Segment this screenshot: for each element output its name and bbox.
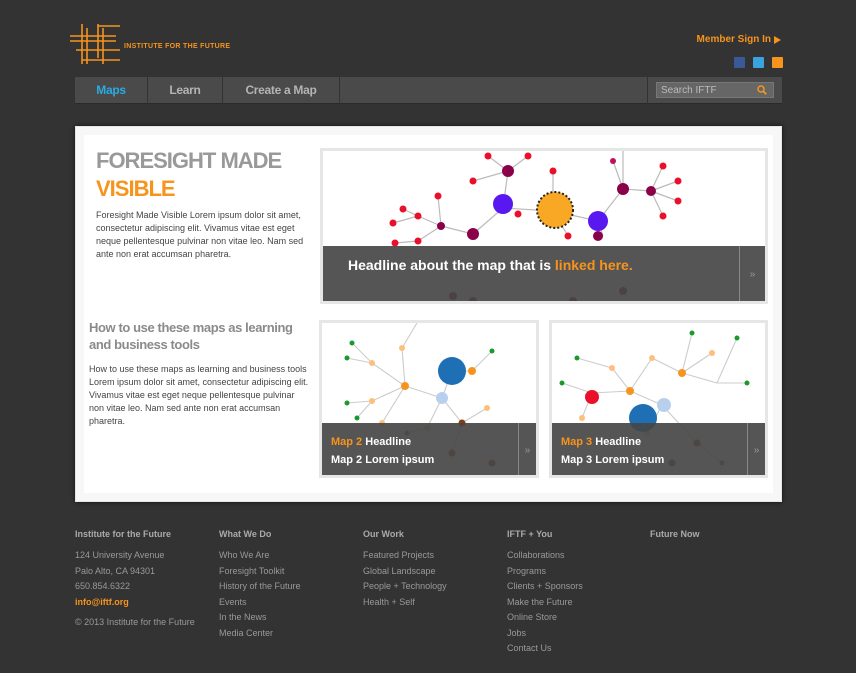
footer-link[interactable]: Contact Us xyxy=(507,641,583,657)
member-signin-label: Member Sign In xyxy=(696,34,771,45)
intro-title-line1: FORESIGHT MADE xyxy=(96,148,282,173)
footer-heading: What We Do xyxy=(219,529,272,539)
main-nav: Maps Learn Create a Map xyxy=(75,77,782,104)
featured-headline[interactable]: Headline about the map that is linked he… xyxy=(348,256,648,274)
footer-email-link[interactable]: info@iftf.org xyxy=(75,595,195,611)
footer-link[interactable]: Global Landscape xyxy=(363,564,447,580)
map3-headline[interactable]: Map 3 Headline Map 3 Lorem ipsum xyxy=(561,433,664,469)
map3-headline-bar: Map 3 Headline Map 3 Lorem ipsum » xyxy=(552,423,765,475)
facebook-icon[interactable] xyxy=(734,57,745,68)
social-links xyxy=(734,57,783,68)
map3-arrow-button[interactable]: » xyxy=(747,423,765,475)
footer-link[interactable]: Collaborations xyxy=(507,548,583,564)
footer-link[interactable]: Programs xyxy=(507,564,583,580)
howto-body: How to use these maps as learning and bu… xyxy=(89,364,309,426)
search-icon[interactable] xyxy=(757,85,767,95)
member-signin-link[interactable]: Member Sign In xyxy=(697,34,781,45)
footer-copyright: © 2013 Institute for the Future xyxy=(75,617,195,627)
footer-link[interactable]: Health + Self xyxy=(363,595,447,611)
featured-headline-bar: Headline about the map that is linked he… xyxy=(323,246,765,301)
footer-link[interactable]: Featured Projects xyxy=(363,548,447,564)
map2-subline: Map 2 Lorem ipsum xyxy=(331,454,435,466)
intro-body: Foresight Made Visible Lorem ipsum dolor… xyxy=(96,210,304,259)
footer-link[interactable]: People + Technology xyxy=(363,579,447,595)
footer-link[interactable]: Events xyxy=(219,595,301,611)
footer-col-what-we-do: What We Do Who We Are Foresight Toolkit … xyxy=(219,529,301,641)
footer-link[interactable]: Media Center xyxy=(219,626,301,642)
nav-divider xyxy=(647,77,648,104)
map3-subline: Map 3 Lorem ipsum xyxy=(561,454,665,466)
twitter-icon[interactable] xyxy=(753,57,764,68)
footer-link[interactable]: Foresight Toolkit xyxy=(219,564,301,580)
footer-link[interactable]: Online Store xyxy=(507,610,583,626)
footer-address-line1: 124 University Avenue xyxy=(75,550,165,560)
footer-heading: Our Work xyxy=(363,529,404,539)
footer-heading: Institute for the Future xyxy=(75,529,171,539)
footer-col-future-now: Future Now xyxy=(650,529,700,548)
rss-icon[interactable] xyxy=(772,57,783,68)
search-input[interactable] xyxy=(657,84,757,96)
footer-link[interactable]: Who We Are xyxy=(219,548,301,564)
howto-title: How to use these maps as learning and bu… xyxy=(89,320,293,352)
footer-link[interactable]: In the News xyxy=(219,610,301,626)
map2-headline[interactable]: Map 2 Headline Map 2 Lorem ipsum xyxy=(331,433,434,469)
footer-phone: 650.854.6322 xyxy=(75,581,131,591)
featured-arrow-button[interactable]: » xyxy=(739,246,765,301)
footer-link[interactable]: Clients + Sponsors xyxy=(507,579,583,595)
map2-headline-bar: Map 2 Headline Map 2 Lorem ipsum » xyxy=(322,423,536,475)
search-box xyxy=(656,82,774,98)
footer-link[interactable]: Make the Future xyxy=(507,595,583,611)
footer-heading[interactable]: Future Now xyxy=(650,529,700,539)
footer-col-iftf-you: IFTF + You Collaborations Programs Clien… xyxy=(507,529,583,657)
play-arrow-icon xyxy=(774,35,781,44)
featured-headline-link[interactable]: linked here. xyxy=(555,257,633,273)
logo-text: INSTITUTE FOR THE FUTURE xyxy=(124,43,231,50)
nav-item-create-map[interactable]: Create a Map xyxy=(223,77,340,104)
map2-card[interactable]: Map 2 Headline Map 2 Lorem ipsum » xyxy=(319,320,539,478)
footer-link[interactable]: History of the Future xyxy=(219,579,301,595)
map3-card[interactable]: Map 3 Headline Map 3 Lorem ipsum » xyxy=(549,320,768,478)
nav-item-maps[interactable]: Maps xyxy=(75,77,148,104)
footer-col-iftf: Institute for the Future 124 University … xyxy=(75,529,195,631)
intro-title-line2: VISIBLE xyxy=(96,176,176,201)
footer-col-our-work: Our Work Featured Projects Global Landsc… xyxy=(363,529,447,610)
map2-arrow-button[interactable]: » xyxy=(518,423,536,475)
footer-heading: IFTF + You xyxy=(507,529,553,539)
nav-item-learn[interactable]: Learn xyxy=(148,77,223,104)
footer-address-line2: Palo Alto, CA 94301 xyxy=(75,565,156,576)
featured-map-card[interactable]: Headline about the map that is linked he… xyxy=(320,148,768,304)
footer-link[interactable]: Jobs xyxy=(507,626,583,642)
